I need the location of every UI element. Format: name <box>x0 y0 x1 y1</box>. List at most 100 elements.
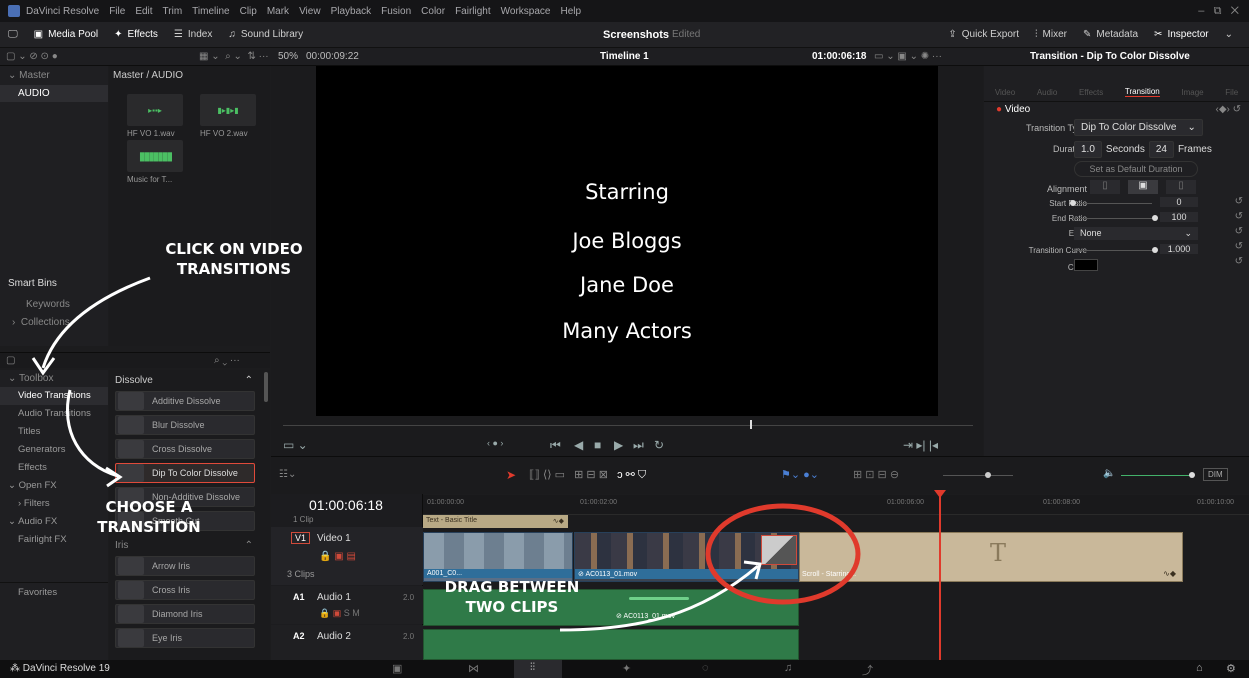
index-button[interactable]: ☰ Index <box>166 29 220 40</box>
edit-page-tab[interactable]: ⫶⫶ <box>514 660 562 678</box>
home-icon[interactable]: ⌂ <box>1196 662 1203 674</box>
menu-edit[interactable]: Edit <box>135 6 152 17</box>
menu-workspace[interactable]: Workspace <box>501 6 551 17</box>
monitor-icon[interactable]: 🖵 <box>0 29 26 40</box>
reset-icons[interactable]: ↺ ↺ ↺ ↺ ↺ <box>1235 194 1243 269</box>
keyframe-reset-icons[interactable]: ‹◆› ↺ <box>1215 104 1241 115</box>
titles-item[interactable]: Titles <box>0 423 108 441</box>
clip-hf-vo-2[interactable]: ▮▸▮▸▮ HF VO 2.wav <box>200 94 256 138</box>
transition-cross-iris[interactable]: Cross Iris <box>115 580 255 600</box>
edit-tools-icons[interactable]: ⟦⟧ ⟨⟩ ▭ ⊞ ⊟ ⊠ ↄ ⚯ ⛉ <box>529 468 646 482</box>
zoom-slider[interactable] <box>943 475 1013 476</box>
transition-block[interactable] <box>761 535 797 565</box>
transition-curve-knob[interactable] <box>1152 247 1158 253</box>
video-clip-1[interactable]: A001_C0... <box>423 532 573 582</box>
menu-fairlight[interactable]: Fairlight <box>455 6 491 17</box>
flag-marker-icons[interactable]: ⚑⌄ ●⌄ <box>781 468 819 481</box>
a2-tag[interactable]: A2 <box>293 631 305 641</box>
color-page-icon[interactable]: ◌ <box>702 662 709 674</box>
end-ratio-slider[interactable] <box>1072 218 1152 219</box>
loop-icon[interactable]: ↻ <box>654 438 664 452</box>
menu-view[interactable]: View <box>299 6 321 17</box>
stop-icon[interactable]: ■ <box>594 438 601 452</box>
view-options-icons[interactable]: ▦ ⌄ ⌕ ⌄ ⇅ ··· <box>199 51 269 62</box>
volume-knob[interactable] <box>1189 472 1195 478</box>
timeline-ruler[interactable]: 01:00:00:00 01:00:02:00 01:00:06:00 01:0… <box>423 495 1249 515</box>
toolbox-header[interactable]: ⌄ Toolbox <box>0 370 108 387</box>
menu-timeline[interactable]: Timeline <box>192 6 229 17</box>
keywords-bin[interactable]: Keywords <box>26 299 70 310</box>
end-ratio-knob[interactable] <box>1152 215 1158 221</box>
dissolve-header[interactable]: Dissolve ⌃ <box>109 370 259 391</box>
effects-options-icons[interactable]: ⌕ ⌄ ··· <box>214 355 240 366</box>
settings-gear-icon[interactable]: ⚙ <box>1226 662 1236 675</box>
audio-track-1-controls[interactable]: 🔒 ▣ S M <box>319 608 360 619</box>
align-end-icon[interactable]: ▯ <box>1166 180 1196 194</box>
start-ratio-slider[interactable] <box>1072 203 1152 204</box>
transition-dip-to-color-dissolve[interactable]: Dip To Color Dissolve <box>115 463 255 483</box>
window-controls[interactable]: – ⧉ ✕ <box>1198 5 1239 18</box>
start-ratio-value[interactable]: 0 <box>1160 197 1198 207</box>
clip-music[interactable]: ▮▮▮▮▮▮▮ Music for T... <box>127 140 183 184</box>
effects-button[interactable]: ✦ Effects <box>106 29 166 40</box>
audio-bin[interactable]: AUDIO <box>0 85 108 102</box>
audio-track-1-header[interactable]: A1 Audio 1 2.0 🔒 ▣ S M <box>271 586 423 624</box>
scrubber-playhead[interactable] <box>750 420 752 429</box>
transition-curve-value[interactable]: 1.000 <box>1160 244 1198 254</box>
v1-tag[interactable]: V1 <box>291 532 311 544</box>
panel-layout-icon[interactable]: ▢ <box>6 355 15 366</box>
generators-item[interactable]: Generators <box>0 441 108 459</box>
scrollbar[interactable] <box>264 372 268 402</box>
transition-eye-iris[interactable]: Eye Iris <box>115 628 255 648</box>
set-default-duration-button[interactable]: Set as Default Duration <box>1074 161 1198 177</box>
first-frame-icon[interactable]: ⏮ <box>550 438 561 453</box>
audio-transitions-item[interactable]: Audio Transitions <box>0 405 108 423</box>
video-section-header[interactable]: ● Video <box>996 104 1030 115</box>
timeline-view-icon[interactable]: ☷⌄ <box>279 469 296 480</box>
scroll-title-clip[interactable]: T Scroll - Starring... ∿◆ <box>799 532 1183 582</box>
clip-hf-vo-1[interactable]: ▸▪▪▸ HF VO 1.wav <box>127 94 183 138</box>
viewer-options-icons[interactable]: ▭ ⌄ ▣ ⌄ ✺ ··· <box>874 51 942 62</box>
start-ratio-knob[interactable] <box>1070 200 1076 206</box>
cut-page-icon[interactable]: ⋈ <box>468 662 479 675</box>
video-transitions-item[interactable]: Video Transitions <box>0 387 108 405</box>
color-swatch[interactable] <box>1074 259 1098 271</box>
inspector-button[interactable]: ✂ Inspector <box>1146 29 1217 40</box>
transition-cross-dissolve[interactable]: Cross Dissolve <box>115 439 255 459</box>
menu-file[interactable]: File <box>109 6 125 17</box>
volume-slider[interactable] <box>1121 475 1191 476</box>
scrubber-bar[interactable] <box>283 425 973 426</box>
tab-image[interactable]: Image <box>1181 88 1203 97</box>
deliver-page-icon[interactable]: ⤴ <box>862 662 873 678</box>
transition-blur-dissolve[interactable]: Blur Dissolve <box>115 415 255 435</box>
tab-video[interactable]: Video <box>995 88 1015 97</box>
open-fx-header[interactable]: ⌄ Open FX <box>0 477 108 495</box>
mixer-button[interactable]: ⫶ Mixer <box>1027 29 1075 40</box>
title-clip[interactable]: Text - Basic Title ∿◆ <box>423 515 568 528</box>
tab-audio[interactable]: Audio <box>1037 88 1057 97</box>
viewer-zoom[interactable]: 50% <box>278 51 298 62</box>
menu-color[interactable]: Color <box>421 6 445 17</box>
tab-file[interactable]: File <box>1225 88 1238 97</box>
dim-button[interactable]: DIM <box>1203 468 1228 481</box>
tab-transition[interactable]: Transition <box>1124 87 1160 97</box>
zoom-knob[interactable] <box>985 472 991 478</box>
transition-type-select[interactable]: Dip To Color Dissolve ⌄ <box>1074 119 1203 136</box>
panel-toggle-icons[interactable]: ▢ ⌄ ⊘ ⊙ ● <box>6 51 58 62</box>
volume-icon[interactable]: 🔈 <box>1103 468 1115 479</box>
ease-select[interactable]: None ⌄ <box>1074 227 1198 240</box>
tab-effects[interactable]: Effects <box>1079 88 1103 97</box>
match-frame-icon[interactable]: ⇥ ▸| |◂ <box>903 438 938 452</box>
duration-seconds-field[interactable]: 1.0 <box>1074 141 1102 158</box>
last-frame-icon[interactable]: ⏭ <box>633 438 644 453</box>
transition-diamond-iris[interactable]: Diamond Iris <box>115 604 255 624</box>
menu-help[interactable]: Help <box>560 6 581 17</box>
audio-clip-2[interactable] <box>423 629 799 660</box>
effects-item[interactable]: Effects <box>0 459 108 477</box>
jog-icon[interactable]: ‹ ● › <box>487 438 503 448</box>
favorites-header[interactable]: Favorites <box>0 584 57 602</box>
video-track-header[interactable]: V1 Video 1 🔒 ▣ ▤ 3 Clips <box>271 527 423 585</box>
fairlight-page-icon[interactable]: ♫ <box>784 662 792 674</box>
menu-mark[interactable]: Mark <box>267 6 289 17</box>
viewer-mode-icon[interactable]: ▭ ⌄ <box>283 438 308 452</box>
